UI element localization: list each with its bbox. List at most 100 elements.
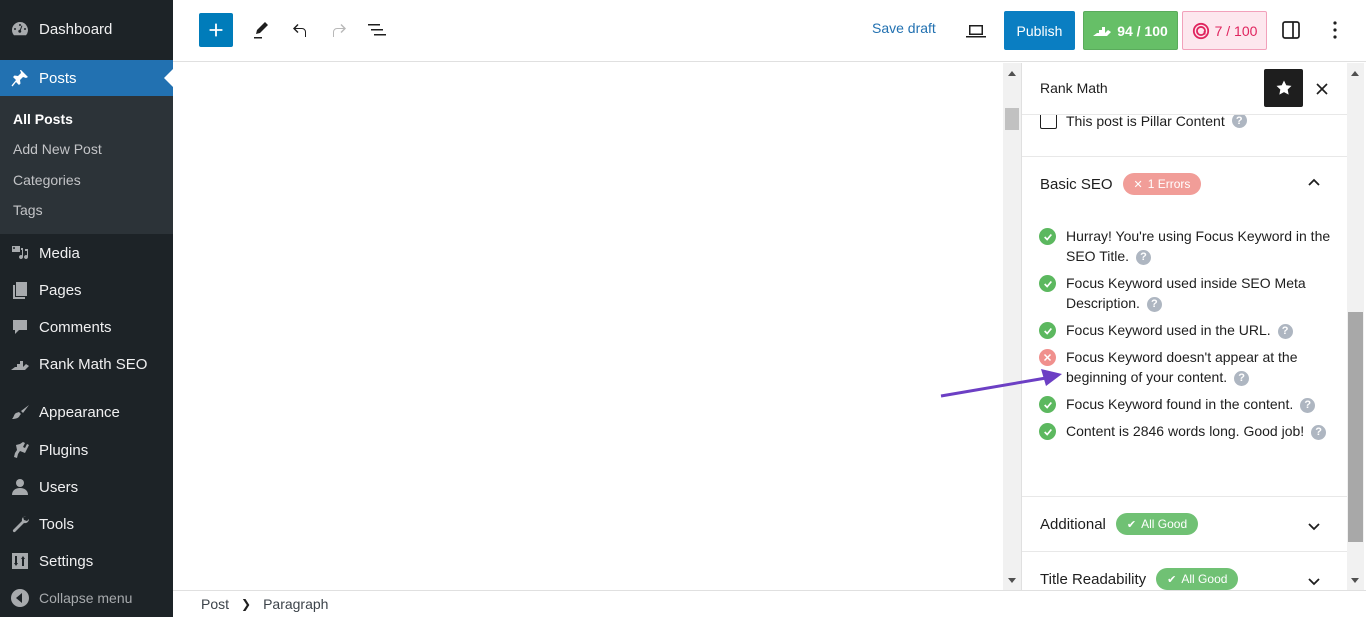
chevron-right-icon: ❯: [241, 597, 252, 611]
scroll-up-arrow[interactable]: [1008, 71, 1016, 76]
menu-label: Posts: [39, 69, 77, 87]
menu-label: Rank Math SEO: [39, 355, 148, 373]
plus-icon: [209, 23, 223, 37]
star-icon: [1276, 80, 1291, 95]
editor-toolbar: Save draft Publish 94 / 100 7 / 100: [173, 0, 1366, 62]
chevron-up-icon[interactable]: [1306, 175, 1322, 191]
submenu-categories[interactable]: Categories: [13, 172, 81, 188]
check-icon: ✔: [1167, 573, 1177, 586]
submenu-tags[interactable]: Tags: [13, 202, 43, 218]
check-text: Focus Keyword doesn't appear at the begi…: [1066, 349, 1298, 385]
document-overview-button[interactable]: [365, 18, 389, 42]
posts-submenu: All Posts Add New Post Categories Tags: [0, 96, 173, 234]
menu-item-settings[interactable]: Settings: [0, 543, 173, 579]
desktop-preview-icon: [966, 25, 986, 38]
help-icon[interactable]: ?: [1231, 113, 1247, 128]
breadcrumb-paragraph[interactable]: Paragraph: [263, 596, 328, 612]
pencil-icon: [254, 22, 268, 39]
help-icon[interactable]: ?: [1277, 323, 1293, 339]
close-icon: [1316, 83, 1328, 95]
help-icon[interactable]: ?: [1234, 370, 1250, 386]
breadcrumb-post[interactable]: Post: [201, 596, 229, 612]
rank-math-icon: [10, 354, 30, 374]
menu-item-rank-math-seo[interactable]: Rank Math SEO: [0, 346, 173, 382]
redo-button[interactable]: [327, 18, 351, 42]
check-item: Focus Keyword found in the content.?: [1039, 394, 1334, 414]
help-icon[interactable]: ?: [1146, 296, 1162, 312]
editor-scroll-thumb[interactable]: [1005, 108, 1019, 130]
menu-item-users[interactable]: Users: [0, 469, 173, 505]
section-title: Additional: [1040, 515, 1106, 533]
check-item: Hurray! You're using Focus Keyword in th…: [1039, 226, 1334, 266]
pin-sidebar-button[interactable]: [1264, 69, 1303, 107]
menu-label: Users: [39, 478, 79, 496]
badge-label: All Good: [1141, 517, 1188, 531]
submenu-add-new-post[interactable]: Add New Post: [13, 141, 102, 157]
check-item: Content is 2846 words long. Good job!?: [1039, 421, 1334, 441]
menu-item-dashboard[interactable]: Dashboard: [0, 11, 173, 47]
all-good-badge: ✔ All Good: [1115, 513, 1199, 535]
preview-button[interactable]: [963, 18, 989, 44]
menu-item-appearance[interactable]: Appearance: [0, 394, 173, 430]
check-text: Content is 2846 words long. Good job!: [1066, 423, 1305, 439]
menu-item-media[interactable]: Media: [0, 235, 173, 271]
check-passed-icon: [1039, 322, 1056, 339]
check-passed-icon: [1039, 228, 1056, 245]
list-view-icon: [368, 24, 386, 36]
help-icon[interactable]: ?: [1136, 249, 1152, 265]
sidebar-scroll-thumb[interactable]: [1348, 312, 1363, 542]
basic-seo-checks: Hurray! You're using Focus Keyword in th…: [1039, 226, 1334, 448]
help-icon[interactable]: ?: [1311, 424, 1327, 440]
collapse-menu-button[interactable]: Collapse menu: [0, 580, 173, 616]
undo-icon: [293, 24, 306, 37]
scroll-up-arrow[interactable]: [1351, 71, 1359, 76]
badge-label: All Good: [1181, 572, 1228, 586]
undo-button[interactable]: [288, 18, 312, 42]
check-passed-icon: [1039, 275, 1056, 292]
title-readability-header[interactable]: Title Readability ✔ All Good: [1040, 568, 1239, 590]
menu-item-tools[interactable]: Tools: [0, 506, 173, 542]
check-item: Focus Keyword used in the URL.?: [1039, 320, 1334, 340]
chevron-down-icon[interactable]: [1306, 518, 1322, 534]
block-inserter-button[interactable]: [199, 13, 233, 47]
basic-seo-header[interactable]: Basic SEO ✕ 1 Errors: [1040, 173, 1202, 195]
scroll-down-arrow[interactable]: [1008, 578, 1016, 583]
menu-label: Pages: [39, 281, 82, 299]
menu-label: Comments: [39, 318, 112, 336]
options-menu-button[interactable]: [1323, 18, 1347, 42]
check-text: Focus Keyword used inside SEO Meta Descr…: [1066, 275, 1306, 311]
close-sidebar-button[interactable]: [1310, 77, 1334, 101]
menu-label: Tools: [39, 515, 75, 533]
publish-label: Publish: [1016, 22, 1063, 39]
rank-math-header: Rank Math: [1022, 63, 1347, 115]
editor-scrollbar[interactable]: [1003, 63, 1021, 590]
collapse-arrow-icon: [10, 588, 30, 608]
save-draft-button[interactable]: Save draft: [872, 20, 936, 36]
submenu-all-posts[interactable]: All Posts: [13, 111, 73, 127]
editor-canvas[interactable]: [173, 63, 1003, 590]
divider: [1022, 496, 1347, 497]
settings-sidebar-toggle[interactable]: [1279, 18, 1303, 42]
rank-math-seo-score-button[interactable]: 94 / 100: [1083, 11, 1178, 50]
menu-item-comments[interactable]: Comments: [0, 309, 173, 345]
scroll-down-arrow[interactable]: [1351, 578, 1359, 583]
menu-label: Appearance: [39, 403, 120, 421]
sidebar-scrollbar[interactable]: [1347, 63, 1364, 590]
tools-button[interactable]: [249, 18, 273, 42]
menu-item-plugins[interactable]: Plugins: [0, 432, 173, 468]
menu-item-pages[interactable]: Pages: [0, 272, 173, 308]
content-ai-score-button[interactable]: 7 / 100: [1182, 11, 1267, 50]
help-icon[interactable]: ?: [1300, 397, 1316, 413]
more-vertical-icon: [1333, 21, 1337, 39]
check-passed-icon: [1039, 396, 1056, 413]
user-icon: [10, 477, 30, 497]
chevron-down-icon[interactable]: [1306, 573, 1322, 589]
menu-item-posts[interactable]: Posts: [0, 60, 173, 96]
additional-header[interactable]: Additional ✔ All Good: [1040, 513, 1199, 535]
settings-sliders-icon: [10, 551, 30, 571]
redo-icon: [333, 24, 346, 37]
publish-button[interactable]: Publish: [1004, 11, 1075, 50]
menu-label: Plugins: [39, 441, 89, 459]
check-icon: ✔: [1126, 518, 1137, 531]
check-text: Hurray! You're using Focus Keyword in th…: [1066, 228, 1331, 264]
